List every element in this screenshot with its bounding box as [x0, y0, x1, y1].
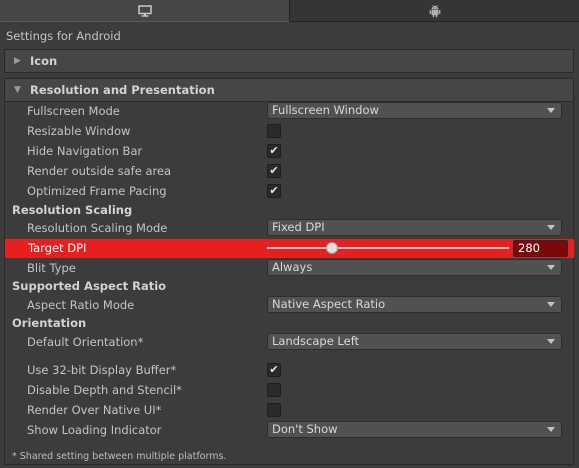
blit-type-label: Blit Type — [27, 261, 76, 275]
render-outside-safe-area-label: Render outside safe area — [27, 164, 172, 178]
use-32bit-display-buffer-label: Use 32-bit Display Buffer* — [27, 363, 177, 377]
render-over-native-ui-label: Render Over Native UI* — [27, 403, 162, 417]
render-over-native-ui-checkbox[interactable] — [267, 403, 281, 417]
show-loading-indicator-label: Show Loading Indicator — [27, 423, 162, 437]
chevron-down-icon — [547, 339, 555, 344]
aspect-ratio-mode-value: Native Aspect Ratio — [272, 297, 386, 311]
blit-type-value: Always — [272, 260, 313, 274]
resizable-window-checkbox[interactable] — [267, 124, 281, 138]
fullscreen-mode-value: Fullscreen Window — [272, 103, 379, 117]
section-resolution-label: Resolution and Presentation — [30, 83, 215, 97]
fullscreen-mode-label: Fullscreen Mode — [27, 104, 120, 118]
checkmark-icon: ✔ — [269, 164, 279, 177]
target-dpi-label: Target DPI — [28, 241, 87, 255]
chevron-down-icon — [547, 265, 555, 270]
blit-type-dropdown[interactable]: Always — [267, 259, 562, 276]
target-dpi-row: Target DPI 280 — [5, 239, 574, 258]
target-dpi-input[interactable]: 280 — [513, 240, 568, 257]
fullscreen-mode-dropdown[interactable]: Fullscreen Window — [267, 102, 562, 119]
default-orientation-label: Default Orientation* — [27, 335, 144, 349]
checkmark-icon: ✔ — [269, 363, 279, 376]
default-orientation-dropdown[interactable]: Landscape Left — [267, 333, 562, 350]
monitor-icon — [137, 4, 152, 17]
default-orientation-value: Landscape Left — [272, 334, 360, 348]
target-dpi-slider-track[interactable] — [267, 247, 509, 249]
use-32bit-display-buffer-checkbox[interactable]: ✔ — [267, 363, 281, 377]
disable-depth-stencil-checkbox[interactable] — [267, 383, 281, 397]
target-dpi-slider-thumb[interactable] — [326, 242, 339, 254]
footnote: * Shared setting between multiple platfo… — [12, 451, 227, 462]
optimized-frame-pacing-label: Optimized Frame Pacing — [27, 184, 167, 198]
chevron-down-icon — [547, 302, 555, 307]
resizable-window-label: Resizable Window — [27, 124, 131, 138]
resolution-scaling-mode-value: Fixed DPI — [272, 220, 325, 234]
expand-arrow-icon: ▶ — [14, 56, 21, 66]
aspect-ratio-mode-label: Aspect Ratio Mode — [27, 298, 135, 312]
section-icon-header[interactable]: ▶ Icon — [4, 49, 574, 73]
hide-navigation-bar-label: Hide Navigation Bar — [27, 144, 143, 158]
show-loading-indicator-dropdown[interactable]: Don't Show — [267, 421, 562, 438]
group-orientation: Orientation — [12, 316, 87, 330]
chevron-down-icon — [547, 225, 555, 230]
show-loading-indicator-value: Don't Show — [272, 422, 338, 436]
android-icon — [429, 4, 440, 17]
tab-desktop[interactable] — [0, 0, 289, 22]
platform-tabs — [0, 0, 579, 22]
section-resolution-header[interactable]: ▼ Resolution and Presentation — [4, 78, 574, 102]
chevron-down-icon — [547, 427, 555, 432]
optimized-frame-pacing-checkbox[interactable]: ✔ — [267, 184, 281, 198]
group-supported-aspect-ratio: Supported Aspect Ratio — [12, 279, 167, 293]
hide-navigation-bar-checkbox[interactable]: ✔ — [267, 144, 281, 158]
disable-depth-stencil-label: Disable Depth and Stencil* — [27, 383, 182, 397]
group-resolution-scaling: Resolution Scaling — [12, 203, 133, 217]
render-outside-safe-area-checkbox[interactable]: ✔ — [267, 164, 281, 178]
checkmark-icon: ✔ — [269, 184, 279, 197]
settings-title: Settings for Android — [6, 29, 121, 43]
tab-android[interactable] — [289, 0, 579, 22]
resolution-scaling-mode-label: Resolution Scaling Mode — [27, 221, 168, 235]
aspect-ratio-mode-dropdown[interactable]: Native Aspect Ratio — [267, 296, 562, 313]
checkmark-icon: ✔ — [269, 144, 279, 157]
chevron-down-icon — [547, 108, 555, 113]
collapse-arrow-icon: ▼ — [14, 85, 21, 95]
resolution-scaling-mode-dropdown[interactable]: Fixed DPI — [267, 219, 562, 236]
section-icon-label: Icon — [30, 54, 58, 68]
